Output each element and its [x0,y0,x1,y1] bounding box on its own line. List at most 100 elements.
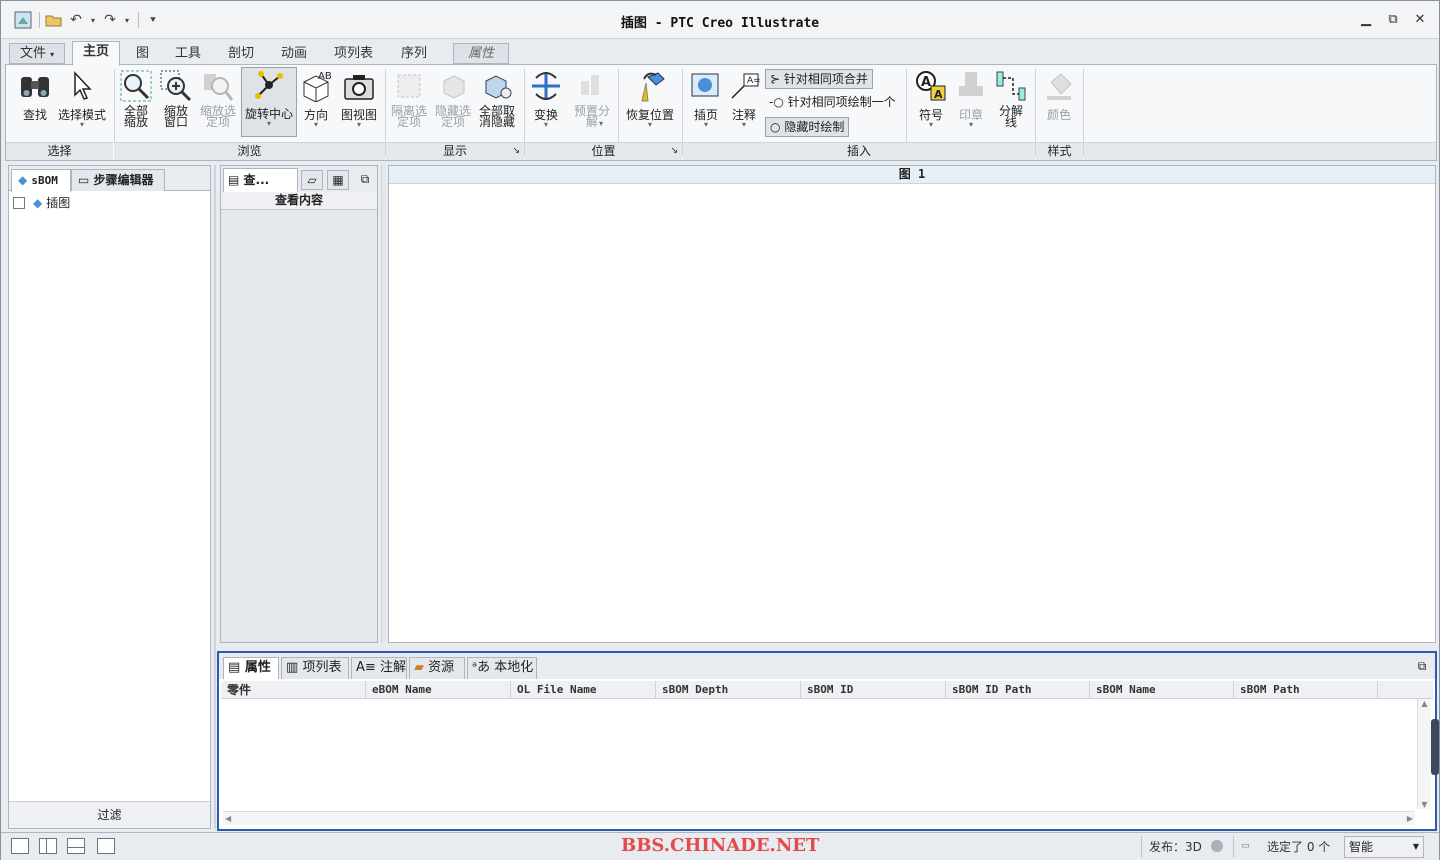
layout-bottom-icon[interactable] [67,838,85,854]
ribbon-tabs: 文件 ▾ 主页 图 工具 剖切 动画 项列表 序列 属性 ⌃ ? ✺ [1,39,1439,97]
transform-button[interactable]: 变换 ▾ [520,69,572,129]
tab-tools[interactable]: 工具 [164,43,212,64]
splitter[interactable] [381,165,386,643]
draw-one-button[interactable]: -○ 针对相同项绘制一个 [765,93,900,113]
tab-section[interactable]: 剖切 [217,43,265,64]
cursor-icon [65,69,99,103]
spin-center-icon [252,68,286,102]
color-button[interactable]: 颜色 [1032,69,1086,121]
layout-single-icon[interactable] [11,838,29,854]
tab-bom[interactable]: 项列表 [323,43,384,64]
column-sbom-depth[interactable]: sBOM Depth [656,681,801,699]
preset-explode-button[interactable]: 预置分 解 ▾ [566,69,618,128]
zoom-window-button[interactable]: 缩放 窗口 [154,69,198,128]
tree-checkbox[interactable] [13,196,25,209]
tab-file[interactable]: 文件 ▾ [9,43,66,64]
scroll-left-icon[interactable]: ◀ [225,812,231,826]
explode-line-button[interactable]: 分解 线 [986,69,1036,128]
canvas-title: 图 1 [389,166,1435,184]
column-ol-file-name[interactable]: OL File Name [511,681,656,699]
callout-page-icon [689,69,723,103]
tab-notes[interactable]: A≡ 注解 [351,657,407,679]
zoom-all-button[interactable]: 全部 缩放 [114,69,158,128]
column-sbom-id[interactable]: sBOM ID [801,681,946,699]
merge-same-button[interactable]: ⊱ 针对相同项合并 [765,69,873,89]
view-mode-button[interactable]: 图视图 ▾ [336,69,382,129]
annotation-button[interactable]: A= 注释 ▾ [720,69,768,129]
scroll-right-icon[interactable]: ▶ [1407,812,1413,826]
zoom-selected-button[interactable]: 缩放选 定项 [194,69,242,128]
scroll-up-icon[interactable]: ▲ [1418,699,1431,708]
draw-hidden-button[interactable]: ○ 隐藏时绘制 [765,117,850,137]
selection-filter-dropdown[interactable]: 智能 ▼ [1344,836,1424,858]
tab-animation[interactable]: 动画 [270,43,318,64]
draw-hidden-icon: ○ [770,120,781,134]
filter-button[interactable]: 过滤 [9,801,210,828]
sbom-panel: ◆ sBOM ▭ 步骤编辑器 ◆ 插图 过滤 [8,165,211,829]
transform-icon [529,69,563,103]
tab-bom-icon[interactable]: ▦ [327,170,349,190]
horizontal-scrollbar[interactable]: ◀ ▶ [223,811,1415,825]
watermark: BBS.CHINADE.NET [621,835,820,856]
unhide-all-icon [480,69,514,103]
cube-icon: ◆ [18,173,28,187]
tab-properties-grid[interactable]: ▤ 属性 [223,657,279,679]
annotation-icon: A= [727,69,761,103]
column-sbom-path[interactable]: sBOM Path [1234,681,1378,699]
minimize-button[interactable]: ▁ [1353,9,1379,31]
tab-properties[interactable]: 属性 [453,43,510,64]
tab-views[interactable]: ▤ 查... [223,168,298,192]
panel-float-icon[interactable]: ⧉ [1413,657,1431,675]
part-icon: ◆ [33,195,43,210]
layout-split-icon[interactable] [39,838,57,854]
restore-button[interactable]: ⧉ [1380,9,1406,31]
group-display-label: 显示 ↘ [386,142,524,160]
isolate-button[interactable]: 隔离选 定项 [386,69,432,128]
column-sbom-name[interactable]: sBOM Name [1090,681,1234,699]
column-sbom-id-path[interactable]: sBOM ID Path [946,681,1090,699]
tab-sbom[interactable]: ◆ sBOM [11,169,71,192]
view-panel: ▤ 查... ▱ ▦ ⧉ 查看内容 [220,165,378,643]
tab-bom-list[interactable]: ▥ 项列表 [281,657,349,679]
merge-icon: ⊱ [770,72,781,86]
hide-button[interactable]: 隐藏选 定项 [430,69,476,128]
symbol-icon: AA [914,69,948,103]
vertical-scrollbar[interactable]: ▲ ▼ [1417,699,1431,809]
orientation-button[interactable]: AB 方向 ▾ [296,69,336,129]
tab-home[interactable]: 主页 [72,41,121,66]
select-mode-button[interactable]: 选择模式 ▾ [54,69,110,129]
paint-bucket-icon [1042,69,1076,103]
orientation-icon: AB [299,69,333,103]
splitter[interactable] [214,165,216,829]
unhide-all-button[interactable]: 全部取 消隐藏 [474,69,520,128]
draw-one-icon: -○ [769,95,784,109]
position-launcher-icon[interactable]: ↘ [670,143,678,160]
tab-sequence[interactable]: 序列 [390,43,438,64]
tab-resources[interactable]: ▰ 资源 [409,657,465,679]
notes-icon: A≡ [356,660,376,675]
close-button[interactable]: ✕ [1407,9,1433,31]
graphics-canvas[interactable]: 图 1 [388,165,1436,643]
display-launcher-icon[interactable]: ↘ [512,143,520,160]
spin-center-button[interactable]: 旋转中心 ▾ [241,67,297,137]
panel-float-icon[interactable]: ⧉ [355,170,375,190]
tree-item-root[interactable]: ◆ 插图 [13,194,70,211]
layout-full-icon[interactable] [97,838,115,854]
scroll-down-icon[interactable]: ▼ [1418,800,1431,809]
side-grip[interactable] [1431,719,1439,775]
tab-figure[interactable]: 图 [125,43,160,64]
explode-icon [575,69,609,103]
zoom-window-icon [159,69,193,103]
tab-localization[interactable]: ᵃあ 本地化 [467,657,537,679]
restore-position-button[interactable]: 恢复位置 ▾ [622,69,678,129]
selection-icon: ▭ [1241,841,1250,851]
chevron-down-icon: ▼ [1412,842,1419,851]
status-bar: BBS.CHINADE.NET 发布：3D ▭ 选定了 0 个 智能 ▼ [1,832,1439,860]
window-title: 插图 - PTC Creo Illustrate [620,16,820,31]
tab-step-editor[interactable]: ▭ 步骤编辑器 [71,169,165,191]
tab-layers-icon[interactable]: ▱ [301,170,323,190]
svg-text:A: A [921,75,931,90]
column-part[interactable]: 零件 [221,681,366,699]
column-ebom-name[interactable]: eBOM Name [366,681,511,699]
selection-count: 选定了 0 个 [1267,840,1331,854]
